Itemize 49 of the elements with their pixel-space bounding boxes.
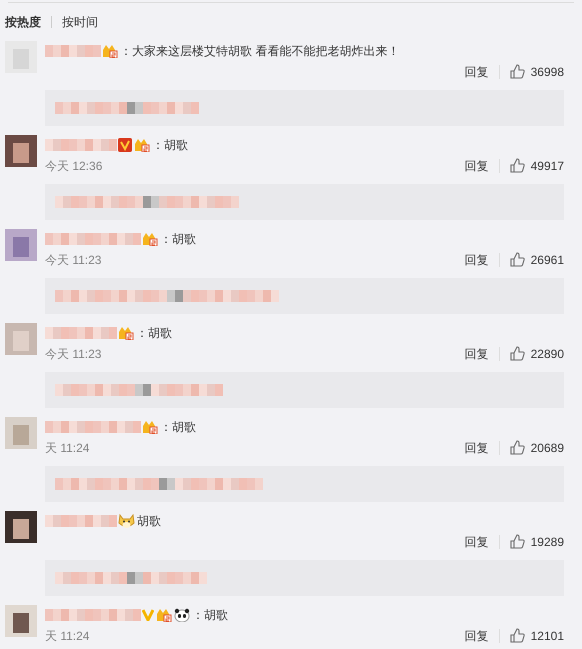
reply-button[interactable]: 回复 <box>464 532 489 550</box>
like-button[interactable]: 26961 <box>510 250 564 268</box>
comment-text: ：胡歌 <box>136 325 172 342</box>
crown-badge-icon <box>134 138 150 152</box>
dog-face-icon <box>118 512 135 530</box>
reply-button[interactable]: 回复 <box>464 250 489 268</box>
verified-icon <box>142 609 154 621</box>
verified-icon <box>118 138 132 152</box>
sort-tab[interactable]: 按热度 <box>5 13 41 31</box>
crown-badge-icon <box>142 232 158 246</box>
crown-badge-icon <box>102 44 118 58</box>
comment-text: ：大家来这层楼艾特胡歌 看看能不能把老胡炸出来！ <box>120 43 400 60</box>
thumbs-up-icon <box>510 628 525 643</box>
like-button[interactable]: 12101 <box>510 626 564 644</box>
thumbs-up-icon <box>510 64 525 79</box>
panda-icon <box>174 608 190 622</box>
comment-text: ：胡歌 <box>152 137 188 154</box>
thumbs-up-icon <box>510 534 525 549</box>
reply-button[interactable]: 回复 <box>464 156 489 174</box>
thumbs-up-icon <box>510 346 525 361</box>
blurred-name-drawing <box>45 45 101 57</box>
crown-badge-icon <box>156 608 172 622</box>
comment-text: 胡歌 <box>137 513 161 530</box>
blurred-name-drawing <box>45 327 117 339</box>
comment-text: ：胡歌 <box>160 231 196 248</box>
crown-badge-icon <box>118 326 134 340</box>
like-button[interactable]: 36998 <box>510 62 564 80</box>
crown-badge-icon <box>142 420 158 434</box>
blurred-name-drawing <box>45 515 117 527</box>
comment-time: 天 11:24 <box>45 628 90 644</box>
comment-text: ：胡歌 <box>160 419 196 436</box>
thumbs-up-icon <box>510 440 525 455</box>
comment-time: 今天 12:36 <box>45 158 102 174</box>
like-button[interactable]: 19289 <box>510 532 564 550</box>
reply-button[interactable]: 回复 <box>464 62 489 80</box>
comment-time: 今天 11:23 <box>45 252 102 268</box>
reply-button[interactable]: 回复 <box>464 626 489 644</box>
reply-button[interactable]: 回复 <box>464 438 489 456</box>
comment-time: 天 11:24 <box>45 440 90 456</box>
like-button[interactable]: 20689 <box>510 438 564 456</box>
reply-button[interactable]: 回复 <box>464 344 489 362</box>
thumbs-up-icon <box>510 252 525 267</box>
thumbs-up-icon <box>510 158 525 173</box>
like-button[interactable]: 49917 <box>510 156 564 174</box>
like-button[interactable]: 22890 <box>510 344 564 362</box>
sort-tab[interactable]: 按时间 <box>62 13 98 31</box>
comment-time: 今天 11:23 <box>45 346 102 362</box>
comment-text: ：胡歌 <box>192 607 228 624</box>
blurred-name-drawing <box>45 139 117 151</box>
